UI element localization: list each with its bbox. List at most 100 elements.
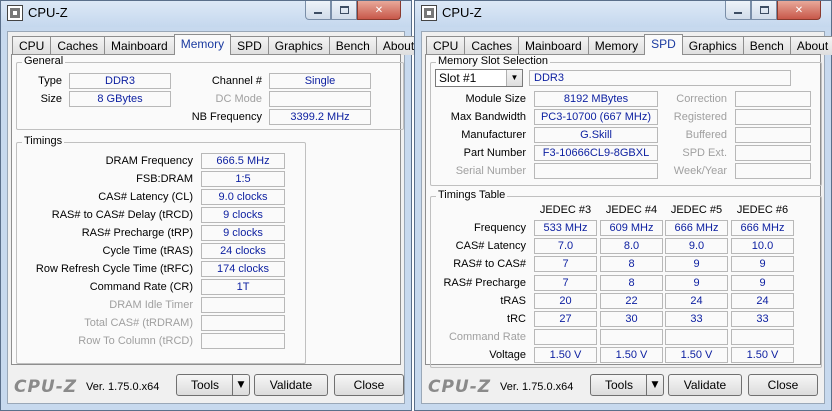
title-bar[interactable]: CPU-Z ✕ — [415, 1, 831, 27]
jedec-cell: 666 MHz — [665, 220, 728, 236]
jedec-cell — [731, 329, 794, 346]
jedec-cell: 7 — [534, 274, 597, 291]
type-value: DDR3 — [69, 73, 171, 89]
tab-spd[interactable]: SPD — [644, 34, 683, 55]
size-value: 8 GBytes — [69, 91, 171, 107]
tab-graphics[interactable]: Graphics — [681, 36, 744, 55]
close-window-button[interactable]: ✕ — [357, 1, 401, 20]
slot-side-value — [735, 163, 811, 179]
jedec-cell: 10.0 — [731, 238, 794, 255]
jedec-column-header: JEDEC #4 — [605, 204, 658, 216]
timing-value: 174 clocks — [201, 261, 285, 277]
tab-graphics[interactable]: Graphics — [267, 36, 330, 55]
minimize-button[interactable] — [305, 1, 331, 20]
slot-side-label: SPD Ext. — [682, 147, 727, 159]
close-window-button[interactable]: ✕ — [777, 1, 821, 20]
tools-button[interactable]: Tools — [590, 374, 648, 396]
close-icon: ✕ — [374, 4, 384, 16]
nbfreq-label: NB Frequency — [191, 111, 262, 123]
close-button[interactable]: Close — [748, 374, 818, 396]
tab-mainboard[interactable]: Mainboard — [104, 36, 175, 55]
jedec-column-header: JEDEC #6 — [736, 204, 789, 216]
channel-label: Channel # — [211, 75, 262, 87]
jedec-row-label: tRAS — [500, 294, 526, 307]
chevron-down-icon: ▼ — [506, 70, 522, 86]
tab-cpu[interactable]: CPU — [426, 36, 466, 55]
tab-bench[interactable]: Bench — [328, 36, 377, 55]
tools-button[interactable]: Tools — [176, 374, 234, 396]
validate-button[interactable]: Validate — [254, 374, 328, 396]
jedec-cell: 7 — [534, 256, 597, 273]
jedec-cell: 33 — [731, 311, 794, 327]
slot-side-value — [735, 127, 811, 143]
jedec-cell: 1.50 V — [534, 347, 597, 364]
slot-field-value: G.Skill — [534, 127, 658, 143]
timing-value: 9 clocks — [201, 225, 285, 241]
slot-field-value: 8192 MBytes — [534, 91, 658, 107]
jedec-cell — [600, 329, 663, 346]
jedec-cell — [665, 329, 728, 346]
jedec-row-label: Command Rate — [448, 331, 526, 344]
slot-select[interactable]: Slot #1 ▼ — [435, 69, 523, 87]
timing-label: RAS# to CAS# Delay (tRCD) — [51, 209, 193, 221]
maximize-button[interactable] — [331, 1, 357, 20]
timings-group: Timings DRAM Frequency 666.5 MHz FSB:DRAM 1… — [16, 135, 306, 364]
tab-strip: CPU Caches Mainboard Memory SPD Graphics… — [426, 34, 832, 55]
tools-dropdown-button[interactable]: ▼ — [232, 374, 250, 396]
footer-bar: CPU-Z Ver. 1.75.0.x64 Tools ▼ Validate C… — [422, 367, 824, 403]
cpu-z-logo: CPU-Z — [428, 377, 492, 397]
timing-label: Cycle Time (tRAS) — [102, 245, 193, 257]
tab-caches[interactable]: Caches — [464, 36, 520, 55]
jedec-cell: 9 — [731, 256, 794, 273]
timing-value: 1T — [201, 279, 285, 295]
jedec-cell: 9 — [665, 274, 728, 291]
slot-field-value: PC3-10700 (667 MHz) — [534, 109, 658, 125]
close-button[interactable]: Close — [334, 374, 404, 396]
jedec-row-label: tRC — [507, 313, 526, 325]
timing-label: DRAM Frequency — [105, 155, 193, 167]
type-label: Type — [38, 75, 62, 87]
slot-field-label: Module Size — [465, 93, 526, 105]
tab-caches[interactable]: Caches — [50, 36, 106, 55]
slot-field-label: Max Bandwidth — [450, 111, 526, 123]
version-text: Ver. 1.75.0.x64 — [500, 381, 574, 393]
slot-side-label: Week/Year — [673, 165, 727, 177]
chevron-down-icon: ▼ — [651, 380, 659, 390]
jedec-cell: 24 — [665, 292, 728, 309]
jedec-cell: 20 — [534, 292, 597, 309]
jedec-cell: 8.0 — [600, 238, 663, 255]
slot-field-label: Part Number — [463, 147, 526, 159]
maximize-icon — [759, 6, 769, 14]
tab-cpu[interactable]: CPU — [12, 36, 52, 55]
jedec-cell: 9 — [665, 256, 728, 273]
jedec-cell: 7.0 — [534, 238, 597, 255]
jedec-cell: 8 — [600, 274, 663, 291]
slot-field-value — [534, 163, 658, 179]
timing-value — [201, 315, 285, 331]
tab-memory[interactable]: Memory — [173, 34, 232, 55]
dcmode-label: DC Mode — [215, 93, 262, 105]
timing-label: CAS# Latency (CL) — [98, 191, 193, 203]
jedec-cell: 1.50 V — [600, 347, 663, 364]
minimize-icon — [734, 11, 742, 14]
timing-value — [201, 333, 285, 349]
jedec-column-header: JEDEC #5 — [670, 204, 723, 216]
validate-button[interactable]: Validate — [668, 374, 742, 396]
timing-value: 24 clocks — [201, 243, 285, 259]
title-bar[interactable]: CPU-Z ✕ — [1, 1, 411, 27]
maximize-button[interactable] — [751, 1, 777, 20]
tools-dropdown-button[interactable]: ▼ — [646, 374, 664, 396]
tab-about[interactable]: About — [789, 36, 832, 55]
minimize-icon — [314, 11, 322, 14]
chevron-down-icon: ▼ — [237, 380, 245, 390]
group-title: General — [22, 55, 66, 67]
timing-label: Row To Column (tRCD) — [78, 335, 193, 347]
tab-mainboard[interactable]: Mainboard — [518, 36, 589, 55]
minimize-button[interactable] — [725, 1, 751, 20]
jedec-cell — [534, 329, 597, 346]
jedec-row-label: Frequency — [474, 222, 526, 234]
tab-memory[interactable]: Memory — [587, 36, 646, 55]
tab-spd[interactable]: SPD — [230, 36, 269, 55]
tab-bench[interactable]: Bench — [742, 36, 791, 55]
timing-label: FSB:DRAM — [136, 173, 193, 185]
